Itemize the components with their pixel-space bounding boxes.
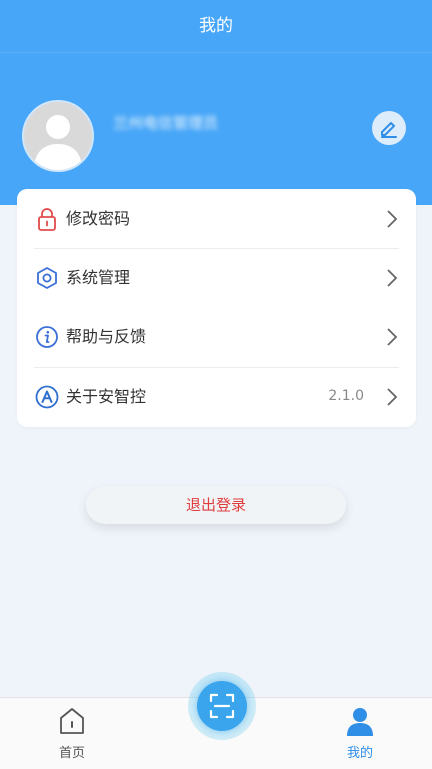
chevron-right-icon bbox=[387, 328, 398, 346]
username: 兰州电信管理员 bbox=[113, 114, 219, 132]
menu-item-label: 系统管理 bbox=[66, 268, 131, 287]
info-icon bbox=[36, 326, 58, 348]
menu-item-label: 修改密码 bbox=[66, 209, 131, 228]
person-icon bbox=[347, 708, 373, 736]
letter-a-icon bbox=[35, 385, 59, 409]
avatar[interactable] bbox=[22, 100, 94, 172]
edit-icon bbox=[381, 122, 397, 138]
chevron-right-icon bbox=[387, 269, 398, 287]
tab-label: 我的 bbox=[346, 746, 373, 761]
menu-card: 修改密码 系统管理 帮助与反馈 关于安智控 2.1.0 bbox=[17, 189, 416, 427]
logout-button[interactable]: 退出登录 bbox=[86, 486, 346, 524]
chevron-right-icon bbox=[387, 210, 398, 228]
tab-label: 首页 bbox=[58, 746, 85, 761]
menu-item-system-management[interactable]: 系统管理 bbox=[17, 248, 416, 307]
menu-item-help-feedback[interactable]: 帮助与反馈 bbox=[17, 307, 416, 366]
app-version: 2.1.0 bbox=[328, 388, 364, 404]
scan-button[interactable] bbox=[188, 672, 256, 740]
menu-item-label: 关于安智控 bbox=[66, 387, 147, 406]
menu-item-about[interactable]: 关于安智控 2.1.0 bbox=[17, 367, 416, 426]
hexagon-settings-icon bbox=[37, 267, 57, 289]
page-title: 我的 bbox=[199, 16, 233, 36]
menu-item-label: 帮助与反馈 bbox=[66, 327, 147, 346]
chevron-right-icon bbox=[387, 388, 398, 406]
menu-item-change-password[interactable]: 修改密码 bbox=[17, 189, 416, 248]
avatar-placeholder-icon bbox=[24, 102, 92, 170]
lock-icon bbox=[38, 208, 56, 231]
scan-button-inner bbox=[197, 681, 247, 731]
title-divider bbox=[0, 52, 432, 53]
edit-profile-button[interactable] bbox=[372, 111, 406, 145]
tab-home[interactable]: 首页 bbox=[22, 698, 122, 769]
tab-mine[interactable]: 我的 bbox=[310, 698, 410, 769]
home-icon bbox=[60, 708, 84, 734]
scan-icon bbox=[209, 693, 235, 719]
